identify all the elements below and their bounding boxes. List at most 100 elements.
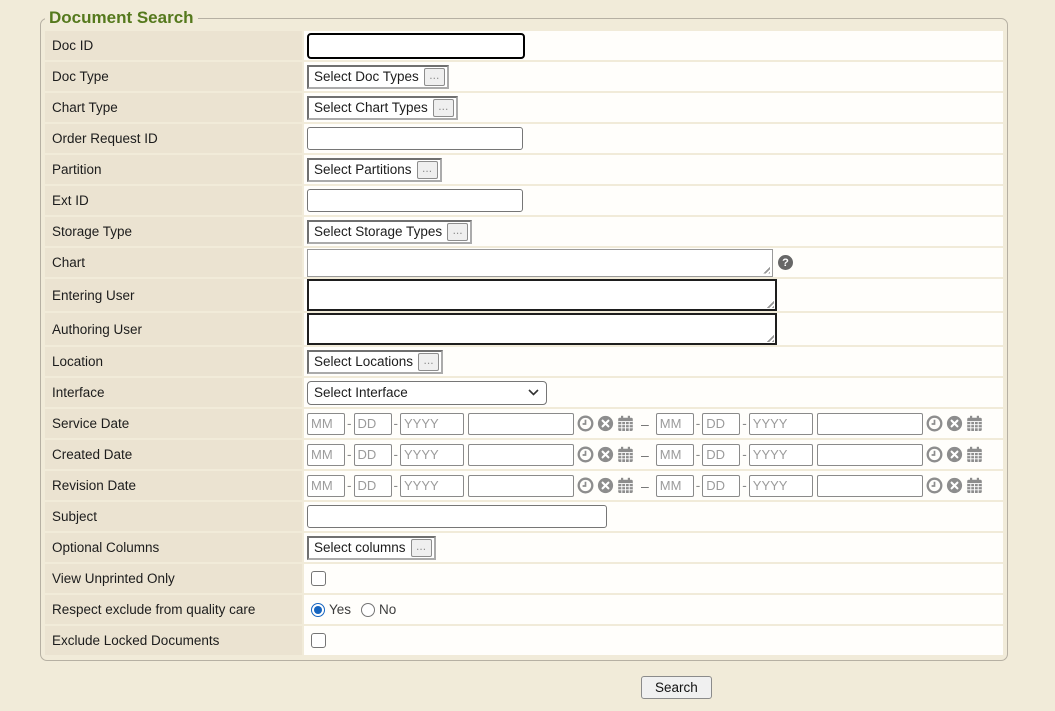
service-date-from-time-input[interactable]: [468, 413, 574, 435]
doc-id-input[interactable]: [307, 33, 525, 59]
revision-date-from-time-input[interactable]: [468, 475, 574, 497]
optional-columns-picker[interactable]: Select columns...: [307, 536, 436, 560]
revision-date-to-day-input[interactable]: [702, 475, 740, 497]
row-service-date: Service Date--–--: [45, 409, 1003, 438]
calendar-icon[interactable]: [966, 446, 983, 463]
control-wrap: [307, 279, 1000, 311]
ext-id-input[interactable]: [307, 189, 523, 212]
date-separator: -: [394, 478, 399, 493]
clock-icon[interactable]: [577, 415, 594, 432]
location-picker[interactable]: Select Locations...: [307, 350, 443, 374]
row-exclude-locked-documents: Exclude Locked Documents: [45, 626, 1003, 655]
clock-icon[interactable]: [577, 446, 594, 463]
view-unprinted-only-checkbox[interactable]: [311, 571, 326, 586]
exclude-locked-documents-checkbox[interactable]: [311, 633, 326, 648]
clear-icon[interactable]: [597, 477, 614, 494]
clear-icon[interactable]: [946, 446, 963, 463]
row-created-date: Created Date--–--: [45, 440, 1003, 469]
control-wrap: --–--: [307, 441, 1000, 468]
clear-icon[interactable]: [946, 477, 963, 494]
date-separator: -: [696, 447, 701, 462]
cell-entering-user: [304, 279, 1003, 311]
service-date-to-month-input[interactable]: [656, 413, 694, 435]
doc-type-ellipsis-button[interactable]: ...: [424, 68, 445, 86]
respect-exclude-from-quality-care-radio-yes[interactable]: [311, 603, 325, 617]
cell-optional-columns: Select columns...: [304, 533, 1003, 562]
clock-icon[interactable]: [926, 477, 943, 494]
revision-date-to-month-input[interactable]: [656, 475, 694, 497]
created-date-from-day-input[interactable]: [354, 444, 392, 466]
service-date-from-month-input[interactable]: [307, 413, 345, 435]
optional-columns-picker-label: Select columns: [314, 540, 406, 555]
label-chart-type: Chart Type: [45, 93, 302, 122]
chart-type-picker[interactable]: Select Chart Types...: [307, 96, 458, 120]
calendar-icon[interactable]: [617, 477, 634, 494]
calendar-icon[interactable]: [966, 415, 983, 432]
revision-date-from-month-input[interactable]: [307, 475, 345, 497]
created-date-to-time-input[interactable]: [817, 444, 923, 466]
chart-textarea[interactable]: [307, 249, 773, 277]
calendar-icon[interactable]: [966, 477, 983, 494]
created-date-to-month-input[interactable]: [656, 444, 694, 466]
clock-icon[interactable]: [577, 477, 594, 494]
service-date-from-day-input[interactable]: [354, 413, 392, 435]
search-button[interactable]: Search: [641, 676, 712, 699]
help-icon[interactable]: ?: [778, 255, 793, 270]
clock-icon[interactable]: [926, 415, 943, 432]
range-dash: –: [641, 447, 649, 463]
location-picker-label: Select Locations: [314, 354, 413, 369]
page-title: Document Search: [45, 8, 198, 28]
storage-type-ellipsis-button[interactable]: ...: [447, 223, 468, 241]
clear-icon[interactable]: [946, 415, 963, 432]
created-date-to-year-input[interactable]: [749, 444, 813, 466]
calendar-icon[interactable]: [617, 415, 634, 432]
cell-chart-type: Select Chart Types...: [304, 93, 1003, 122]
row-respect-exclude-from-quality-care: Respect exclude from quality careYesNo: [45, 595, 1003, 624]
doc-type-picker[interactable]: Select Doc Types...: [307, 65, 449, 89]
row-entering-user: Entering User: [45, 279, 1003, 311]
created-date-to-day-input[interactable]: [702, 444, 740, 466]
control-wrap: [307, 627, 1000, 654]
row-subject: Subject: [45, 502, 1003, 531]
service-date-to-year-input[interactable]: [749, 413, 813, 435]
date-separator: -: [696, 478, 701, 493]
service-date-to-day-input[interactable]: [702, 413, 740, 435]
cell-chart: ?: [304, 248, 1003, 277]
date-separator: -: [742, 416, 747, 431]
revision-date-from-year-input[interactable]: [400, 475, 464, 497]
optional-columns-ellipsis-button[interactable]: ...: [411, 539, 432, 557]
service-date-from-year-input[interactable]: [400, 413, 464, 435]
created-date-from-month-input[interactable]: [307, 444, 345, 466]
order-request-id-input[interactable]: [307, 127, 523, 150]
authoring-user-textarea[interactable]: [307, 313, 777, 345]
created-date-from-time-input[interactable]: [468, 444, 574, 466]
date-separator: -: [394, 416, 399, 431]
calendar-icon[interactable]: [617, 446, 634, 463]
range-dash: –: [641, 478, 649, 494]
partition-picker[interactable]: Select Partitions...: [307, 158, 442, 182]
chart-type-ellipsis-button[interactable]: ...: [433, 99, 454, 117]
entering-user-textarea[interactable]: [307, 279, 777, 311]
location-ellipsis-button[interactable]: ...: [418, 353, 439, 371]
clear-icon[interactable]: [597, 415, 614, 432]
partition-ellipsis-button[interactable]: ...: [417, 161, 438, 179]
respect-exclude-from-quality-care-radio-no[interactable]: [361, 603, 375, 617]
chart-type-picker-label: Select Chart Types: [314, 100, 428, 115]
interface-select[interactable]: Select Interface: [307, 381, 547, 405]
created-date-from-year-input[interactable]: [400, 444, 464, 466]
row-partition: PartitionSelect Partitions...: [45, 155, 1003, 184]
clock-icon[interactable]: [926, 446, 943, 463]
storage-type-picker[interactable]: Select Storage Types...: [307, 220, 472, 244]
service-date-to-time-input[interactable]: [817, 413, 923, 435]
revision-date-to-year-input[interactable]: [749, 475, 813, 497]
respect-exclude-from-quality-care-radio-label-no: No: [379, 602, 396, 617]
control-wrap: ?: [307, 249, 1000, 277]
textarea-wrap: [307, 313, 777, 345]
clear-icon[interactable]: [597, 446, 614, 463]
revision-date-from-day-input[interactable]: [354, 475, 392, 497]
revision-date-to-time-input[interactable]: [817, 475, 923, 497]
doc-type-picker-label: Select Doc Types: [314, 69, 419, 84]
label-revision-date: Revision Date: [45, 471, 302, 500]
subject-input[interactable]: [307, 505, 607, 528]
label-exclude-locked-documents: Exclude Locked Documents: [45, 626, 302, 655]
